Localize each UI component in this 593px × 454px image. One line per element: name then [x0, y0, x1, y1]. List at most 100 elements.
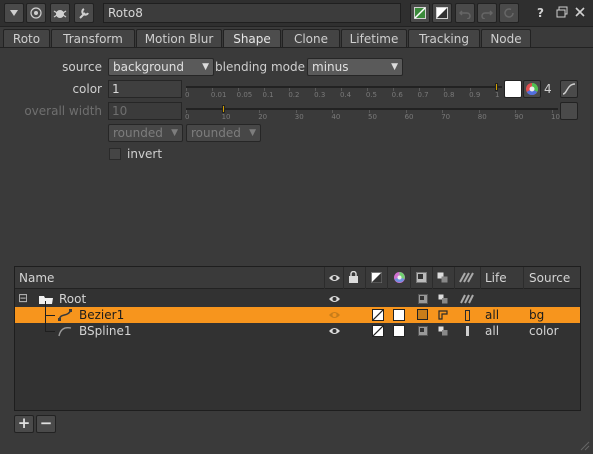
invert-column-icon[interactable] — [416, 272, 427, 286]
slider-handle[interactable] — [495, 83, 498, 91]
end-shape-dropdown[interactable]: rounded ▼ — [186, 124, 261, 142]
overlay-column-icon[interactable] — [371, 272, 382, 286]
close-panel-button[interactable] — [575, 6, 585, 20]
revert-button[interactable] — [499, 3, 519, 23]
blend-mode-icon[interactable] — [438, 326, 448, 336]
float-panel-button[interactable] — [556, 6, 568, 21]
undo-button[interactable] — [455, 3, 475, 23]
slider-tick-label: 0 — [185, 113, 190, 121]
tree-row-bezier1[interactable]: Bezier1 all bg — [15, 301, 580, 331]
eye-icon[interactable] — [328, 294, 341, 304]
overlay-swatch[interactable] — [372, 309, 384, 321]
remove-shape-button[interactable]: − — [36, 415, 56, 433]
shape-tree[interactable]: Name Life Source ⊟ Root Bezier1 all bg B… — [14, 266, 581, 411]
tab-roto[interactable]: Roto — [3, 29, 50, 48]
row-name: Bezier1 — [79, 308, 125, 322]
add-shape-button[interactable]: + — [14, 415, 34, 433]
blending-mode-dropdown[interactable]: minus ▼ — [307, 58, 403, 76]
eye-icon[interactable] — [328, 310, 341, 320]
color-value-field[interactable]: 1 — [108, 80, 182, 98]
color-swatch-button[interactable] — [504, 80, 522, 98]
bspline-shape-icon — [58, 326, 72, 337]
slider-tick-mark — [259, 110, 261, 113]
motion-blur-bar-icon[interactable] — [465, 310, 470, 321]
overall-width-field[interactable]: 10 — [108, 102, 182, 120]
tab-shape[interactable]: Shape — [223, 29, 281, 48]
tab-tracking[interactable]: Tracking — [408, 29, 480, 48]
slider-tick-mark — [418, 88, 420, 91]
tree-row-root[interactable]: ⊟ Root — [15, 291, 580, 307]
motion-blur-bar-icon[interactable] — [466, 326, 469, 336]
row-source[interactable]: bg — [529, 308, 544, 322]
overlay-swatch[interactable] — [372, 325, 384, 337]
help-button[interactable]: ? — [537, 6, 544, 20]
color-swatch[interactable] — [393, 309, 405, 321]
slider-handle[interactable] — [221, 105, 225, 113]
invert-checkbox[interactable] — [109, 148, 121, 160]
invert-toggle-icon[interactable] — [418, 326, 428, 336]
panel-title-bar: Roto8 ? — [0, 0, 593, 27]
color-slider[interactable]: 0 0.01 0.05 0.1 0.2 0.3 0.4 0.5 0.6 0.7 0.8 0.9 1 — [185, 82, 502, 100]
chevron-down-icon: ▼ — [249, 128, 256, 138]
column-source[interactable]: Source — [529, 271, 570, 285]
collapse-panel-button[interactable] — [4, 3, 24, 23]
overall-width-slider[interactable]: 0 10 20 30 40 50 60 70 80 90 100 — [185, 104, 564, 122]
resize-grip-icon[interactable] — [578, 439, 590, 451]
blend-mode-icon[interactable] — [438, 294, 448, 304]
viewer-toggle-button[interactable] — [432, 3, 452, 23]
tab-node[interactable]: Node — [481, 29, 531, 48]
redo-button[interactable] — [477, 3, 497, 23]
slider-tick-mark — [444, 88, 446, 91]
slider-tick-label: 90 — [514, 113, 524, 121]
tab-lifetime[interactable]: Lifetime — [341, 29, 407, 48]
row-source[interactable]: color — [529, 324, 559, 338]
width-animation-button[interactable] — [560, 102, 578, 120]
color-column-icon[interactable] — [393, 271, 406, 287]
visibility-column-icon[interactable] — [328, 272, 341, 286]
color-label: color — [72, 82, 102, 96]
blending-mode-value: minus — [312, 60, 349, 74]
slider-tick-label: 20 — [258, 113, 268, 121]
bug-icon — [53, 10, 67, 18]
slider-tick-label: 50 — [368, 113, 377, 121]
slider-tick-mark — [237, 88, 239, 91]
source-dropdown[interactable]: background ▼ — [108, 58, 214, 76]
color-picker-button[interactable] — [523, 80, 541, 98]
channels-count[interactable]: 4 — [544, 82, 552, 96]
tab-clone[interactable]: Clone — [282, 29, 340, 48]
motion-blur-icon[interactable] — [460, 294, 475, 304]
blend-column-icon[interactable] — [437, 272, 448, 286]
node-name-field[interactable]: Roto8 — [103, 3, 401, 23]
overall-width-label: overall width — [24, 104, 102, 118]
slider-tick-label: 0.6 — [391, 91, 403, 99]
start-shape-dropdown[interactable]: rounded ▼ — [108, 124, 183, 142]
column-divider — [432, 267, 433, 289]
slider-tick-mark — [442, 110, 444, 113]
tab-motion-blur[interactable]: Motion Blur — [136, 29, 222, 48]
tab-transform[interactable]: Transform — [51, 29, 135, 48]
animation-curve-button[interactable] — [560, 80, 578, 98]
slider-tick-mark — [392, 88, 394, 91]
eye-icon — [329, 275, 340, 281]
eye-icon[interactable] — [328, 326, 341, 336]
color-swatch[interactable] — [393, 325, 405, 337]
settings-button[interactable] — [74, 3, 94, 23]
slider-tick-label: 10 — [221, 113, 231, 121]
invert-toggle-icon[interactable] — [418, 294, 428, 304]
column-name[interactable]: Name — [19, 271, 54, 285]
center-node-button[interactable] — [26, 3, 46, 23]
revert-knobs-button[interactable] — [410, 3, 430, 23]
row-life[interactable]: all — [485, 308, 499, 322]
node-color-button[interactable] — [50, 3, 70, 23]
expand-toggle[interactable]: ⊟ — [18, 291, 28, 305]
blend-mode-icon[interactable] — [438, 310, 448, 320]
motion-blur-column-icon[interactable] — [459, 272, 475, 286]
slider-track — [186, 86, 502, 88]
column-divider — [365, 267, 366, 289]
lock-column-icon[interactable] — [348, 270, 359, 286]
end-shape-value: rounded — [191, 126, 241, 140]
column-life[interactable]: Life — [485, 271, 507, 285]
row-life[interactable]: all — [485, 324, 499, 338]
invert-swatch[interactable] — [417, 309, 428, 320]
tree-row-bspline1[interactable]: BSpline1 all color — [15, 323, 580, 339]
